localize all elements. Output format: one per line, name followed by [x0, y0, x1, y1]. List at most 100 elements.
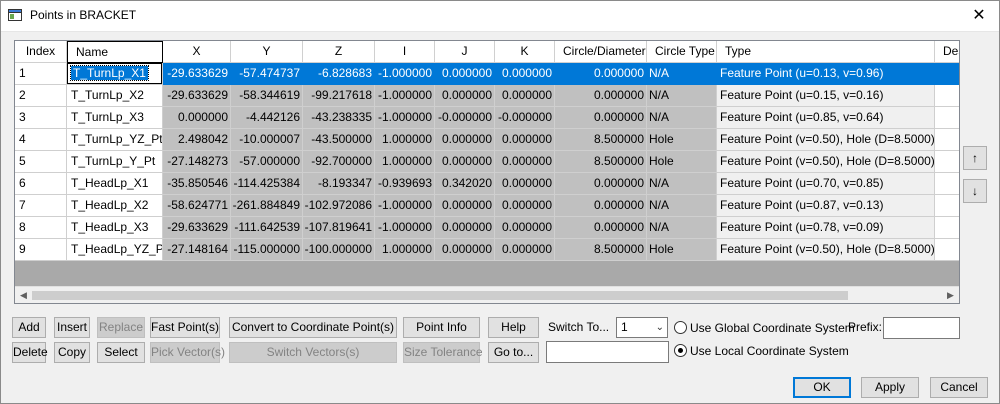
cell-z[interactable]: -8.193347 [303, 173, 375, 195]
cell-z[interactable]: -92.700000 [303, 151, 375, 173]
cell-i[interactable]: 1.000000 [375, 129, 435, 151]
cell-ctype[interactable]: N/A [647, 107, 717, 129]
cell-k[interactable]: 0.000000 [495, 195, 555, 217]
cell-type[interactable]: Feature Point (u=0.15, v=0.16) [717, 85, 935, 107]
cell-diam[interactable]: 0.000000 [555, 217, 647, 239]
cell-index[interactable]: 9 [15, 239, 67, 261]
switch-to-select[interactable]: 1 ⌄ [616, 317, 668, 338]
delete-button[interactable]: Delete [12, 342, 48, 363]
cell-diam[interactable]: 0.000000 [555, 173, 647, 195]
cell-diam[interactable]: 0.000000 [555, 63, 647, 85]
horizontal-scrollbar[interactable]: ◀ ▶ [15, 286, 959, 303]
global-coord-radio[interactable] [674, 321, 687, 334]
cell-name[interactable]: T_TurnLp_X3 [67, 107, 163, 129]
cell-ctype[interactable]: Hole [647, 129, 717, 151]
column-header-desc[interactable]: Des [935, 41, 959, 63]
cell-ctype[interactable]: Hole [647, 239, 717, 261]
cell-ctype[interactable]: N/A [647, 195, 717, 217]
cell-y[interactable]: -10.000007 [231, 129, 303, 151]
cell-y[interactable]: -57.000000 [231, 151, 303, 173]
cell-z[interactable]: -99.217618 [303, 85, 375, 107]
cell-ctype[interactable]: Hole [647, 151, 717, 173]
cell-i[interactable]: -1.000000 [375, 85, 435, 107]
cell-desc[interactable] [935, 107, 959, 129]
cell-ctype[interactable]: N/A [647, 85, 717, 107]
cell-type[interactable]: Feature Point (u=0.78, v=0.09) [717, 217, 935, 239]
scrollbar-thumb[interactable] [32, 291, 848, 300]
column-header-index[interactable]: Index [15, 41, 67, 63]
cell-type[interactable]: Feature Point (v=0.50), Hole (D=8.5000) [717, 239, 935, 261]
cell-z[interactable]: -6.828683 [303, 63, 375, 85]
cell-index[interactable]: 6 [15, 173, 67, 195]
column-header-ctype[interactable]: Circle Type [647, 41, 717, 63]
cell-type[interactable]: Feature Point (u=0.70, v=0.85) [717, 173, 935, 195]
cell-index[interactable]: 4 [15, 129, 67, 151]
cell-ctype[interactable]: N/A [647, 173, 717, 195]
table-row[interactable]: 4 T_TurnLp_YZ_Pt 2.498042 -10.000007 -43.500… [15, 129, 959, 151]
prefix-input[interactable] [883, 317, 960, 339]
cell-name[interactable]: T_HeadLp_X2 [67, 195, 163, 217]
column-header-j[interactable]: J [435, 41, 495, 63]
cell-desc[interactable] [935, 217, 959, 239]
cell-x[interactable]: 0.000000 [163, 107, 231, 129]
cell-ctype[interactable]: N/A [647, 63, 717, 85]
column-header-type[interactable]: Type [717, 41, 935, 63]
cell-index[interactable]: 8 [15, 217, 67, 239]
size-tolerance-button[interactable]: Size Tolerance [403, 342, 483, 363]
cell-z[interactable]: -107.819641 [303, 217, 375, 239]
cell-j[interactable]: -0.000000 [435, 107, 495, 129]
cell-z[interactable]: -43.500000 [303, 129, 375, 151]
table-row[interactable]: 7 T_HeadLp_X2 -58.624771 -261.884849 -102.97… [15, 195, 959, 217]
cell-z[interactable]: -102.972086 [303, 195, 375, 217]
cell-x[interactable]: -27.148164 [163, 239, 231, 261]
cell-desc[interactable] [935, 85, 959, 107]
cell-j[interactable]: 0.000000 [435, 85, 495, 107]
local-coord-radio[interactable] [674, 344, 687, 357]
cell-z[interactable]: -100.000000 [303, 239, 375, 261]
cell-index[interactable]: 5 [15, 151, 67, 173]
apply-button[interactable]: Apply [861, 377, 919, 398]
cell-i[interactable]: -1.000000 [375, 217, 435, 239]
cell-x[interactable]: -58.624771 [163, 195, 231, 217]
cancel-button[interactable]: Cancel [930, 377, 988, 398]
move-up-button[interactable]: ↑ [963, 146, 987, 170]
column-header-x[interactable]: X [163, 41, 231, 63]
convert-coordinate-button[interactable]: Convert to Coordinate Point(s) [229, 317, 397, 338]
cell-desc[interactable] [935, 173, 959, 195]
cell-k[interactable]: 0.000000 [495, 239, 555, 261]
help-button[interactable]: Help [488, 317, 539, 338]
cell-z[interactable]: -43.238335 [303, 107, 375, 129]
fast-point-button[interactable]: Fast Point(s) [150, 317, 220, 338]
cell-x[interactable]: -35.850546 [163, 173, 231, 195]
ok-button[interactable]: OK [793, 377, 851, 398]
cell-diam[interactable]: 0.000000 [555, 107, 647, 129]
cell-x[interactable]: -29.633629 [163, 63, 231, 85]
cell-k[interactable]: 0.000000 [495, 217, 555, 239]
cell-j[interactable]: 0.000000 [435, 239, 495, 261]
cell-desc[interactable] [935, 63, 959, 85]
cell-i[interactable]: -1.000000 [375, 195, 435, 217]
cell-diam[interactable]: 8.500000 [555, 151, 647, 173]
cell-k[interactable]: 0.000000 [495, 63, 555, 85]
cell-name[interactable]: T_TurnLp_X2 [67, 85, 163, 107]
cell-k[interactable]: -0.000000 [495, 107, 555, 129]
cell-type[interactable]: Feature Point (v=0.50), Hole (D=8.5000) [717, 151, 935, 173]
cell-diam[interactable]: 8.500000 [555, 239, 647, 261]
column-header-y[interactable]: Y [231, 41, 303, 63]
cell-index[interactable]: 1 [15, 63, 67, 85]
copy-button[interactable]: Copy [54, 342, 90, 363]
goto-button[interactable]: Go to... [488, 342, 539, 363]
table-row[interactable]: 3 T_TurnLp_X3 0.000000 -4.442126 -43.238335-… [15, 107, 959, 129]
table-row[interactable]: 5 T_TurnLp_Y_Pt -27.148273 -57.000000 -92.70… [15, 151, 959, 173]
cell-name[interactable]: T_HeadLp_X1 [67, 173, 163, 195]
cell-index[interactable]: 7 [15, 195, 67, 217]
table-row[interactable]: 2 T_TurnLp_X2 -29.633629 -58.344619 -99.2176… [15, 85, 959, 107]
cell-y[interactable]: -4.442126 [231, 107, 303, 129]
table-row[interactable]: 1 T_TurnLp_X1 -29.633629 -57.474737 -6.82868… [15, 63, 959, 85]
column-header-i[interactable]: I [375, 41, 435, 63]
scroll-right-icon[interactable]: ▶ [942, 287, 959, 303]
table-row[interactable]: 6 T_HeadLp_X1 -35.850546 -114.425384 -8.1933… [15, 173, 959, 195]
points-table[interactable]: Index Name X Y Z I J K Circle/Diameter Circle Typ… [14, 40, 960, 304]
cell-name[interactable]: T_TurnLp_X1 [67, 63, 163, 85]
table-row[interactable]: 9 T_HeadLp_YZ_Pt -27.148164 -115.000000 -100… [15, 239, 959, 261]
